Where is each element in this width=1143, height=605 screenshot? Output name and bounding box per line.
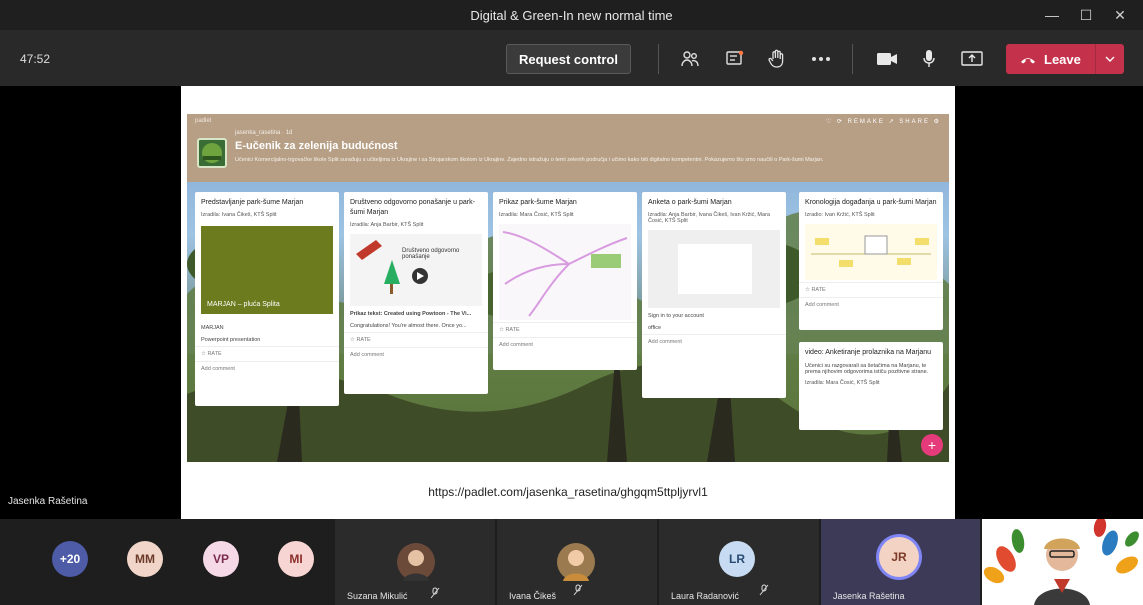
participant-photo: [397, 543, 435, 581]
post-title: Anketa o park-šumi Marjan: [648, 199, 732, 206]
participant-name: Suzana Mikulić: [347, 591, 408, 601]
post-author: Izradio: Ivan Kržić, KTŠ Split: [805, 212, 875, 218]
padlet-title: E-učenik za zelenija budućnost: [235, 140, 398, 152]
padlet-board-logo: [197, 138, 227, 168]
post-text: Učenici su razgovarali sa šetačima na Ma…: [805, 363, 929, 375]
camera-icon[interactable]: [874, 46, 900, 72]
padlet-post[interactable]: Anketa o park-šumi Marjan Izradila: Anja…: [642, 192, 786, 398]
post-image: MARJAN – pluća Splita: [201, 226, 333, 314]
padlet-actions[interactable]: ♡ ⟳ REMAKE ↗ SHARE ⚙: [826, 118, 941, 125]
toolbar-divider: [658, 44, 659, 74]
post-title: Predstavljanje park-šume Marjan: [201, 199, 304, 206]
participant-name: Ivana Čikeš: [509, 591, 557, 601]
post-caption: MARJAN – pluća Splita: [207, 301, 280, 308]
post-title: video: Anketiranje prolaznika na Marjanu: [805, 349, 932, 356]
padlet-brand: padlet: [195, 118, 212, 124]
muted-mic-icon: [430, 587, 440, 601]
participant-name: Jasenka Rašetina: [833, 591, 905, 601]
post-rate[interactable]: ☆ RATE: [195, 346, 339, 361]
post-rate[interactable]: ☆ RATE: [344, 332, 488, 347]
microsoft-signin-card: [678, 244, 752, 294]
participant-name: Laura Radanović: [671, 591, 740, 601]
avatar: LR: [719, 541, 755, 577]
request-control-button[interactable]: Request control: [506, 44, 631, 74]
shared-screen-stage: padlet ♡ ⟳ REMAKE ↗ SHARE ⚙ jasenka_rase…: [0, 86, 1143, 519]
post-comment[interactable]: Add comment: [195, 361, 339, 376]
post-link-desc: office: [648, 325, 662, 331]
avatar[interactable]: VP: [203, 541, 239, 577]
padlet-description: Učenici Komercijalno-trgovačke škole Spl…: [235, 157, 824, 163]
post-image: [648, 230, 780, 308]
participant-tile[interactable]: LR Laura Radanović: [659, 519, 819, 605]
maximize-icon[interactable]: ☐: [1069, 7, 1103, 24]
padlet-post[interactable]: Društveno odgovorno ponašanje u park-šum…: [344, 192, 488, 394]
participants-icon[interactable]: [677, 46, 703, 72]
post-comment[interactable]: Add comment: [642, 334, 786, 349]
post-rate[interactable]: ☆ RATE: [493, 322, 637, 337]
post-link-desc: Powerpoint presentation: [201, 337, 261, 343]
post-author: Izradila: Mara Čosić, KTŠ Split: [805, 380, 880, 386]
meeting-timer: 47:52: [20, 52, 51, 66]
participant-photo: [557, 543, 595, 581]
muted-mic-icon: [573, 583, 583, 601]
padlet-owner: jasenka_rasetina · 1d: [235, 130, 293, 136]
post-title: Kronologija događanja u park-šumi Marjan: [805, 199, 937, 206]
padlet-post[interactable]: Predstavljanje park-šume Marjan Izradila…: [195, 192, 339, 406]
post-link-title: MARJAN: [201, 325, 224, 331]
title-bar: Digital & Green-In new normal time — ☐ ✕: [0, 0, 1143, 30]
padlet-board: padlet ♡ ⟳ REMAKE ↗ SHARE ⚙ jasenka_rase…: [187, 114, 949, 462]
padlet-post[interactable]: Kronologija događanja u park-šumi Marjan…: [799, 192, 943, 330]
more-icon[interactable]: [808, 46, 834, 72]
post-image: Društveno odgovorno ponašanje: [350, 234, 482, 306]
more-participants-badge[interactable]: +20: [52, 541, 88, 577]
participant-tile[interactable]: Ivana Čikeš: [497, 519, 657, 605]
leave-main[interactable]: Leave: [1006, 44, 1096, 74]
hang-up-icon: [1020, 51, 1036, 67]
post-comment[interactable]: Add comment: [344, 347, 488, 362]
toolbar-divider: [852, 44, 853, 74]
mic-icon[interactable]: [916, 46, 942, 72]
participant-tile[interactable]: JR Jasenka Rašetina: [821, 519, 980, 605]
leave-button[interactable]: Leave: [1006, 44, 1124, 74]
leave-label: Leave: [1044, 51, 1081, 67]
post-title: Društveno odgovorno ponašanje u park-šum…: [350, 199, 475, 216]
post-link-title: Sign in to your account: [648, 313, 704, 319]
post-comment[interactable]: Add comment: [493, 337, 637, 352]
post-link-desc: Congratulations! You're almost there. On…: [350, 323, 467, 329]
post-author: Izradila: Ivana Čikeš, KTŠ Split: [201, 212, 277, 218]
post-author: Izradila: Mara Čosić, KTŠ Split: [499, 212, 574, 218]
post-caption: Društveno odgovorno ponašanje: [402, 248, 460, 260]
padlet-post[interactable]: Prikaz park-šume Marjan Izradila: Mara Č…: [493, 192, 637, 370]
post-author: Izradila: Anja Barbir, KTŠ Split: [350, 222, 424, 228]
avatar[interactable]: MM: [127, 541, 163, 577]
post-comment[interactable]: Add comment: [799, 297, 943, 312]
window-controls: — ☐ ✕: [1035, 0, 1137, 30]
close-icon[interactable]: ✕: [1103, 7, 1137, 24]
padlet-post[interactable]: video: Anketiranje prolaznika na Marjanu…: [799, 342, 943, 430]
post-image: [805, 224, 937, 280]
participant-tile[interactable]: Suzana Mikulić: [335, 519, 495, 605]
window-title: Digital & Green-In new normal time: [470, 7, 673, 23]
participant-strip: +20 MM VP MI Suzana Mikulić Ivana Čikeš …: [0, 519, 1143, 605]
shared-slide: padlet ♡ ⟳ REMAKE ↗ SHARE ⚙ jasenka_rase…: [181, 86, 955, 519]
post-title: Prikaz park-šume Marjan: [499, 199, 577, 206]
muted-mic-icon: [759, 583, 769, 601]
add-post-button[interactable]: +: [921, 434, 943, 456]
minimize-icon[interactable]: —: [1035, 7, 1069, 23]
self-video-preview[interactable]: [982, 519, 1143, 605]
share-screen-icon[interactable]: [959, 46, 985, 72]
chevron-down-icon[interactable]: [1096, 53, 1124, 65]
chat-icon[interactable]: [722, 46, 748, 72]
meeting-toolbar: 47:52 Request control Leave: [0, 30, 1143, 86]
post-link-title: Prikaz tekst: Created using Powtoon - Th…: [350, 311, 472, 317]
post-author: Izradila: Anja Barbir, Ivana Čikeš, Ivan…: [648, 212, 770, 224]
avatar: JR: [879, 537, 919, 577]
presenter-name: Jasenka Rašetina: [8, 496, 88, 507]
avatar[interactable]: MI: [278, 541, 314, 577]
padlet-header: padlet ♡ ⟳ REMAKE ↗ SHARE ⚙ jasenka_rase…: [187, 114, 949, 182]
slide-url: https://padlet.com/jasenka_rasetina/ghgq…: [428, 485, 708, 499]
post-image: [499, 224, 631, 320]
raise-hand-icon[interactable]: [764, 46, 790, 72]
post-rate[interactable]: ☆ RATE: [799, 282, 943, 297]
